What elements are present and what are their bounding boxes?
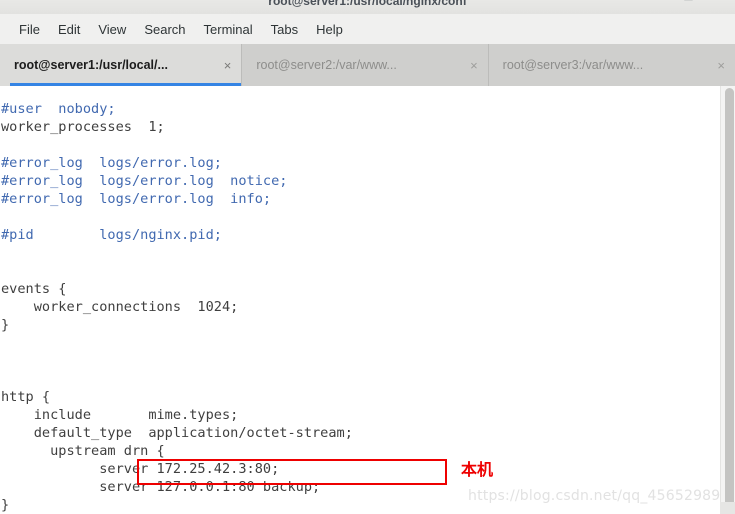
menu-item-view[interactable]: View (89, 19, 135, 40)
nginx-conf-text: #user nobody; worker_processes 1; #error… (0, 100, 353, 514)
menu-item-search[interactable]: Search (135, 19, 194, 40)
code-line: #error_log logs/error.log; (1, 155, 222, 171)
code-line: include mime.types; (1, 407, 239, 423)
scrollbar-thumb[interactable] (725, 88, 734, 508)
code-line: } (1, 317, 10, 333)
menu-item-edit[interactable]: Edit (49, 19, 89, 40)
code-line: worker_processes 1; (1, 119, 165, 135)
code-line: server 127.0.0.1:80 backup; (1, 479, 321, 495)
close-icon[interactable]: × (717, 58, 725, 73)
title-bar: root@server1:/usr/local/nginx/conf – ▭ × (0, 0, 735, 15)
terminal-content[interactable]: #user nobody; worker_processes 1; #error… (0, 86, 735, 514)
terminal-window: root@server1:/usr/local/nginx/conf – ▭ ×… (0, 0, 735, 514)
code-line: worker_connections 1024; (1, 299, 239, 315)
close-icon[interactable]: × (224, 58, 232, 73)
tab-label: root@server3:/var/www... (502, 58, 644, 72)
menu-item-file[interactable]: File (10, 19, 49, 40)
menu-item-help[interactable]: Help (307, 19, 352, 40)
code-line: #error_log logs/error.log notice; (1, 173, 288, 189)
window-controls: – ▭ × (650, 0, 727, 4)
code-line: #error_log logs/error.log info; (1, 191, 272, 207)
code-line: http { (1, 389, 51, 405)
tab-server1[interactable]: root@server1:/usr/local/... × (0, 44, 242, 86)
code-line: #pid logs/nginx.pid; (1, 227, 222, 243)
watermark: https://blog.csdn.net/qq_45652989 (468, 488, 721, 504)
minimize-button[interactable]: – (650, 0, 661, 4)
menu-item-tabs[interactable]: Tabs (262, 19, 307, 40)
code-line: server 172.25.42.3:80; (1, 461, 280, 477)
code-line: default_type application/octet-stream; (1, 425, 353, 441)
tab-bar: root@server1:/usr/local/... × root@serve… (0, 44, 735, 86)
menu-bar: File Edit View Search Terminal Tabs Help (0, 14, 735, 44)
code-line: events { (1, 281, 67, 297)
code-line: } (1, 497, 10, 513)
vertical-scrollbar[interactable] (720, 86, 735, 514)
tab-label: root@server1:/usr/local/... (14, 58, 168, 72)
close-button[interactable]: × (716, 0, 727, 4)
code-line: upstream drn { (1, 443, 165, 459)
tab-server3[interactable]: root@server3:/var/www... × (488, 44, 735, 86)
annotation-label: 本机 (461, 460, 494, 479)
menu-item-terminal[interactable]: Terminal (195, 19, 262, 40)
tab-server2[interactable]: root@server2:/var/www... × (242, 44, 488, 86)
window-title: root@server1:/usr/local/nginx/conf (268, 0, 467, 8)
scrollbar-corner (720, 502, 735, 514)
code-line: #user nobody; (1, 101, 116, 117)
maximize-button[interactable]: ▭ (683, 0, 694, 4)
tab-label: root@server2:/var/www... (256, 58, 397, 72)
close-icon[interactable]: × (470, 58, 478, 73)
